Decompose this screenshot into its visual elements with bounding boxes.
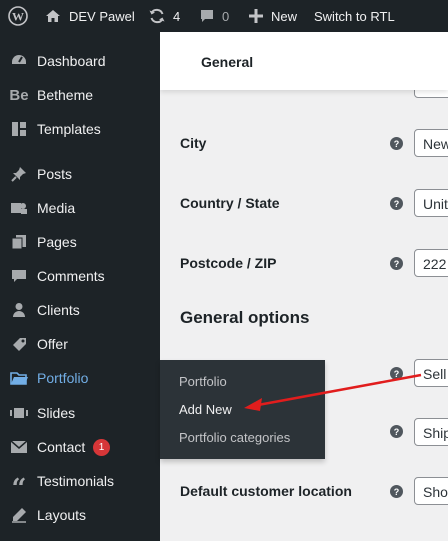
portfolio-submenu: Portfolio Add New Portfolio categories xyxy=(160,360,325,459)
admin-sidebar: Dashboard Be Betheme Templates Posts Med… xyxy=(0,32,160,541)
city-label: City xyxy=(180,135,207,151)
postcode-input[interactable]: 222 xyxy=(414,249,448,277)
mail-icon xyxy=(9,438,29,456)
country-state-select[interactable]: Unit xyxy=(414,189,448,217)
menu-label: Betheme xyxy=(37,87,94,103)
svg-text:W: W xyxy=(12,10,24,24)
home-icon[interactable] xyxy=(45,0,61,32)
city-input[interactable]: New xyxy=(414,129,448,157)
selling-location-select[interactable]: Sell xyxy=(414,359,448,387)
notification-badge: 1 xyxy=(93,439,110,456)
menu-label: Testimonials xyxy=(37,473,115,489)
menu-comments[interactable]: Comments xyxy=(0,259,160,293)
templates-icon xyxy=(9,120,29,138)
menu-posts[interactable]: Posts xyxy=(0,157,160,191)
updates-icon[interactable] xyxy=(148,0,166,32)
default-customer-location-label: Default customer location xyxy=(180,483,352,499)
menu-clients[interactable]: Clients xyxy=(0,293,160,327)
offer-icon xyxy=(9,335,29,353)
clients-icon xyxy=(9,301,29,319)
comments-icon[interactable] xyxy=(199,0,215,32)
comments-count[interactable]: 0 xyxy=(222,0,229,32)
help-icon[interactable]: ? xyxy=(390,137,403,150)
media-icon xyxy=(9,199,29,217)
help-icon[interactable]: ? xyxy=(390,367,403,380)
submenu-portfolio[interactable]: Portfolio xyxy=(179,374,227,389)
quote-icon: “ xyxy=(11,474,27,504)
help-icon[interactable]: ? xyxy=(390,485,403,498)
menu-testimonials[interactable]: “ Testimonials xyxy=(0,464,160,504)
menu-templates[interactable]: Templates xyxy=(0,112,160,146)
menu-dashboard[interactable]: Dashboard xyxy=(0,44,160,78)
edit-icon xyxy=(9,506,29,524)
slides-icon xyxy=(9,404,29,422)
menu-betheme[interactable]: Be Betheme xyxy=(0,78,160,112)
betheme-icon: Be xyxy=(9,86,29,104)
help-icon[interactable]: ? xyxy=(390,197,403,210)
menu-label: Posts xyxy=(37,166,73,182)
country-state-label: Country / State xyxy=(180,195,280,211)
tab-general[interactable]: General xyxy=(201,54,253,70)
submenu-portfolio-categories[interactable]: Portfolio categories xyxy=(179,430,290,445)
menu-offer[interactable]: Offer xyxy=(0,327,160,361)
menu-pages[interactable]: Pages xyxy=(0,225,160,259)
menu-slides[interactable]: Slides xyxy=(0,396,160,430)
menu-contact[interactable]: Contact 1 xyxy=(0,430,160,464)
menu-label: Clients xyxy=(37,302,80,318)
general-options-heading: General options xyxy=(180,308,310,327)
menu-label: Layouts xyxy=(37,507,87,523)
pages-icon xyxy=(9,233,29,251)
menu-label: Comments xyxy=(37,268,105,284)
dashboard-icon xyxy=(9,52,29,70)
menu-label: Media xyxy=(37,200,76,216)
menu-label: Offer xyxy=(37,336,68,352)
admin-bar: W DEV Pawel 4 0 New Switch to RTL xyxy=(0,0,448,32)
default-customer-location-select[interactable]: Sho xyxy=(414,477,448,505)
menu-label: Templates xyxy=(37,121,101,137)
folder-icon xyxy=(9,369,29,387)
submenu-add-new[interactable]: Add New xyxy=(179,402,232,417)
switch-rtl-link[interactable]: Switch to RTL xyxy=(314,0,395,32)
wordpress-logo-icon[interactable]: W xyxy=(8,0,28,32)
menu-label: Dashboard xyxy=(37,53,106,69)
menu-label: Contact xyxy=(37,439,86,455)
comments-icon xyxy=(9,267,29,285)
help-icon[interactable]: ? xyxy=(390,425,403,438)
settings-tab-bar: General xyxy=(160,32,448,90)
menu-layouts[interactable]: Layouts xyxy=(0,498,160,532)
menu-media[interactable]: Media xyxy=(0,191,160,225)
postcode-label: Postcode / ZIP xyxy=(180,255,277,271)
menu-label: Slides xyxy=(37,405,76,421)
help-icon[interactable]: ? xyxy=(390,257,403,270)
shipping-location-select[interactable]: Ship xyxy=(414,418,448,446)
menu-portfolio[interactable]: Portfolio xyxy=(0,361,160,395)
site-name-link[interactable]: DEV Pawel xyxy=(69,0,135,32)
updates-count[interactable]: 4 xyxy=(173,0,180,32)
menu-label: Pages xyxy=(37,234,77,250)
menu-label: Portfolio xyxy=(37,370,89,386)
new-content-link[interactable]: New xyxy=(271,0,297,32)
pin-icon xyxy=(9,165,29,183)
plus-icon[interactable] xyxy=(249,0,263,32)
